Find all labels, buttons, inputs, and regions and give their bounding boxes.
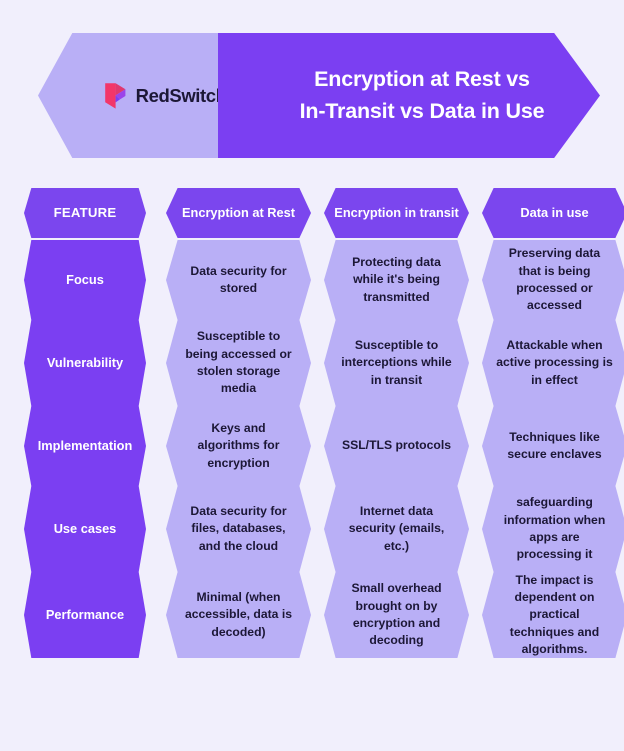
- header-banner: RedSwitches Encryption at Rest vs In-Tra…: [38, 33, 600, 158]
- cell-vulnerability-in-transit: Susceptible to interceptions while in tr…: [324, 320, 469, 406]
- table-header-row: FEATURE Encryption at Rest Encryption in…: [0, 186, 624, 240]
- page-title: Encryption at Rest vs In-Transit vs Data…: [246, 64, 573, 126]
- cell-use-cases-at-rest: Data security for files, databases, and …: [166, 486, 311, 572]
- cell-performance-in-transit: Small overhead brought on by encryption …: [324, 572, 469, 658]
- infographic-page: RedSwitches Encryption at Rest vs In-Tra…: [0, 0, 624, 751]
- table-row: Vulnerability Susceptible to being acces…: [0, 320, 624, 406]
- table-row: Performance Minimal (when accessible, da…: [0, 572, 624, 658]
- table-row: Use cases Data security for files, datab…: [0, 486, 624, 572]
- row-label-performance: Performance: [24, 572, 146, 658]
- cell-performance-at-rest: Minimal (when accessible, data is decode…: [166, 572, 311, 658]
- cell-vulnerability-in-use: Attackable when active processing is in …: [482, 320, 624, 406]
- column-header-encryption-in-transit: Encryption in transit: [324, 188, 469, 238]
- row-label-implementation: Implementation: [24, 406, 146, 486]
- cell-implementation-in-transit: SSL/TLS protocols: [324, 406, 469, 486]
- table-row: Focus Data security for stored Protectin…: [0, 240, 624, 320]
- column-header-feature: FEATURE: [24, 188, 146, 238]
- cell-focus-in-transit: Protecting data while it's being transmi…: [324, 240, 469, 320]
- cell-performance-in-use: The impact is dependent on practical tec…: [482, 572, 624, 658]
- cell-use-cases-in-transit: Internet data security (emails, etc.): [324, 486, 469, 572]
- comparison-table: FEATURE Encryption at Rest Encryption in…: [0, 186, 624, 658]
- cell-implementation-at-rest: Keys and algorithms for encryption: [166, 406, 311, 486]
- cell-use-cases-in-use: safeguarding information when apps are p…: [482, 486, 624, 572]
- row-label-vulnerability: Vulnerability: [24, 320, 146, 406]
- column-header-data-in-use: Data in use: [482, 188, 624, 238]
- banner-title-panel: Encryption at Rest vs In-Transit vs Data…: [218, 33, 600, 158]
- cell-vulnerability-at-rest: Susceptible to being accessed or stolen …: [166, 320, 311, 406]
- page-title-line-1: Encryption at Rest vs: [314, 67, 530, 92]
- row-label-use-cases: Use cases: [24, 486, 146, 572]
- cell-implementation-in-use: Techniques like secure enclaves: [482, 406, 624, 486]
- page-title-line-2: In-Transit vs Data in Use: [299, 98, 545, 123]
- column-header-encryption-at-rest: Encryption at Rest: [166, 188, 311, 238]
- cell-focus-at-rest: Data security for stored: [166, 240, 311, 320]
- cell-focus-in-use: Preserving data that is being processed …: [482, 240, 624, 320]
- table-row: Implementation Keys and algorithms for e…: [0, 406, 624, 486]
- row-label-focus: Focus: [24, 240, 146, 320]
- redswitches-bookmark-arrow-icon: [104, 82, 126, 109]
